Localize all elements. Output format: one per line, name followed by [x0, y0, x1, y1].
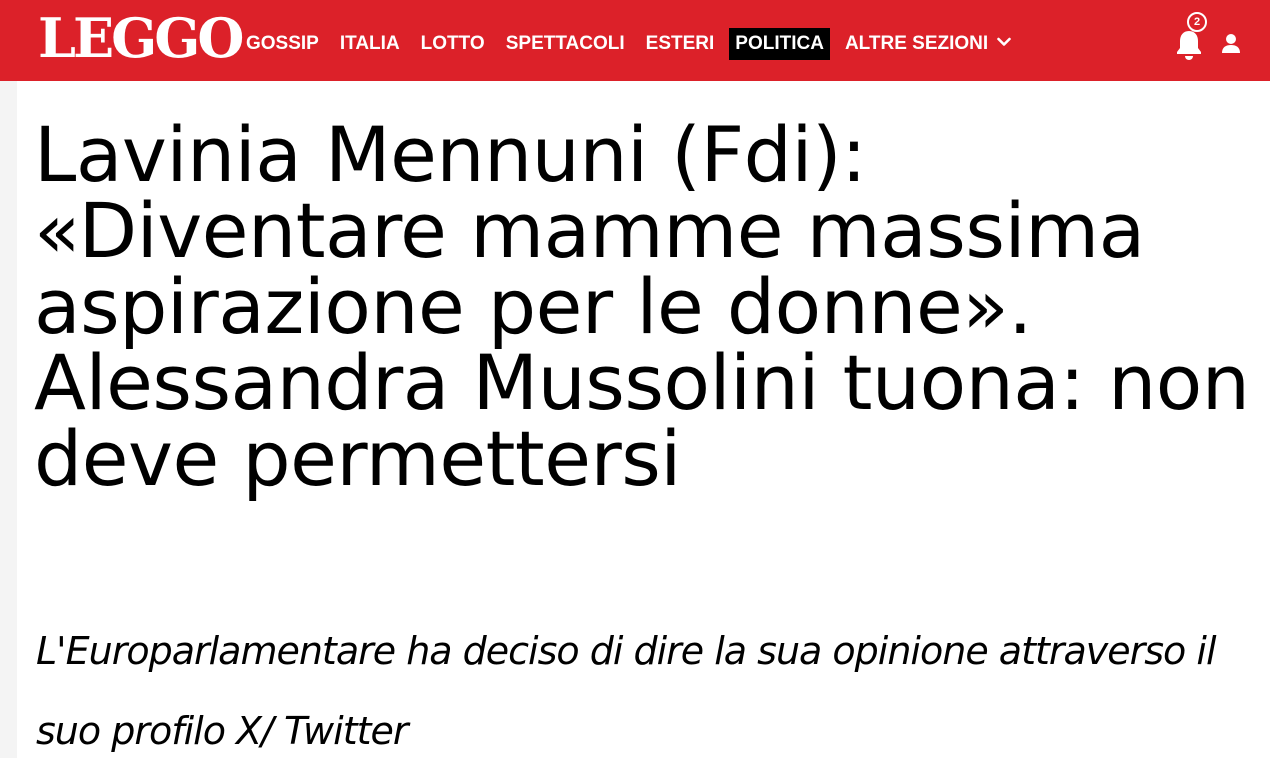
notification-count-badge: 2 [1187, 12, 1207, 32]
article-headline: Lavinia Mennuni (Fdi): «Diventare mamme … [34, 110, 1250, 503]
bell-icon[interactable] [1172, 26, 1206, 62]
nav-item-italia[interactable]: ITALIA [334, 28, 406, 60]
top-navigation-bar: LEGGO GOSSIP ITALIA LOTTO SPETTACOLI EST… [0, 0, 1270, 81]
nav-item-politica[interactable]: POLITICA [729, 28, 830, 60]
nav-item-altre-sezioni[interactable]: ALTRE SEZIONI [839, 28, 1018, 60]
nav-item-gossip[interactable]: GOSSIP [240, 28, 325, 60]
user-icon[interactable] [1219, 31, 1243, 55]
article-subtitle: L'Europarlamentare ha deciso di dire la … [36, 629, 1217, 753]
nav-item-lotto[interactable]: LOTTO [415, 28, 491, 60]
chevron-down-icon [997, 38, 1012, 47]
page-gutter [0, 81, 17, 758]
nav-item-esteri[interactable]: ESTERI [640, 28, 721, 60]
nav-item-spettacoli[interactable]: SPETTACOLI [500, 28, 631, 60]
nav-item-altre-sezioni-label: ALTRE SEZIONI [844, 33, 989, 54]
leggo-logo[interactable]: LEGGO [38, 8, 244, 68]
main-nav: GOSSIP ITALIA LOTTO SPETTACOLI ESTERI PO… [240, 27, 1026, 61]
